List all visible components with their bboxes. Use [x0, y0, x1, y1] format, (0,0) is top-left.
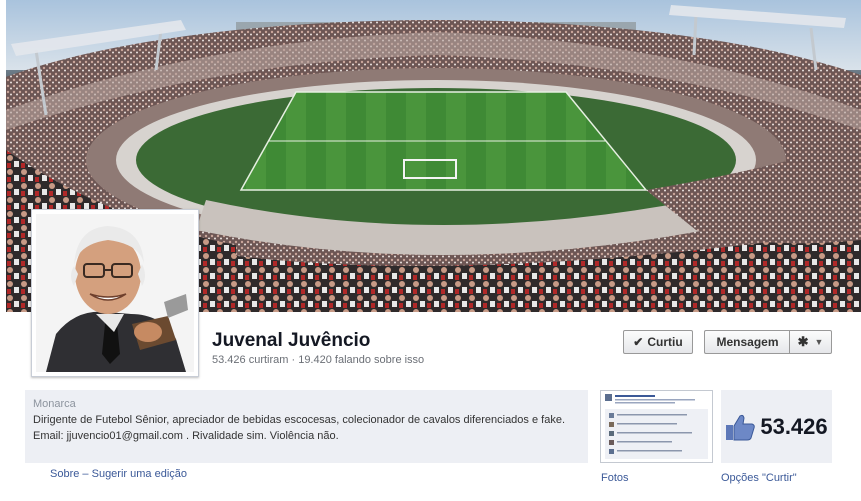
suggest-edit-link[interactable]: Sugerir uma edição [92, 468, 187, 480]
like-button[interactable]: ✔ Curtiu [623, 330, 693, 354]
thumbs-up-icon [726, 414, 756, 440]
page-contact: Email: jjuvencio01@gmail.com . Rivalidad… [33, 430, 339, 442]
photos-thumbnail[interactable] [600, 390, 713, 463]
link-separator: – [82, 468, 89, 480]
message-button[interactable]: Mensagem [704, 330, 790, 354]
settings-menu-button[interactable]: ✱ ▼ [789, 330, 832, 354]
likes-tile[interactable]: 53.426 [721, 390, 832, 463]
message-button-label: Mensagem [716, 335, 779, 349]
photo-preview-image [601, 391, 712, 462]
likes-count: 53.426 [760, 413, 828, 439]
page-stats: 53.426 curtiram · 19.420 falando sobre i… [212, 354, 425, 366]
gear-icon: ✱ [797, 334, 809, 349]
caret-down-icon: ▼ [814, 337, 824, 347]
avatar[interactable] [31, 209, 199, 377]
photos-link[interactable]: Fotos [601, 472, 629, 484]
like-options-link[interactable]: Opções "Curtir" [721, 472, 797, 484]
page-category: Monarca [33, 398, 76, 410]
page-title: Juvenal Juvêncio [212, 330, 371, 351]
page-description: Dirigente de Futebol Sênior, apreciador … [33, 414, 565, 426]
about-panel: Monarca Dirigente de Futebol Sênior, apr… [25, 390, 588, 463]
check-icon: ✔ [633, 335, 644, 349]
about-link[interactable]: Sobre [50, 468, 79, 480]
about-links: Sobre – Sugerir uma edição [50, 468, 187, 480]
like-button-label: Curtiu [647, 335, 683, 349]
caricature-portrait [36, 214, 194, 372]
